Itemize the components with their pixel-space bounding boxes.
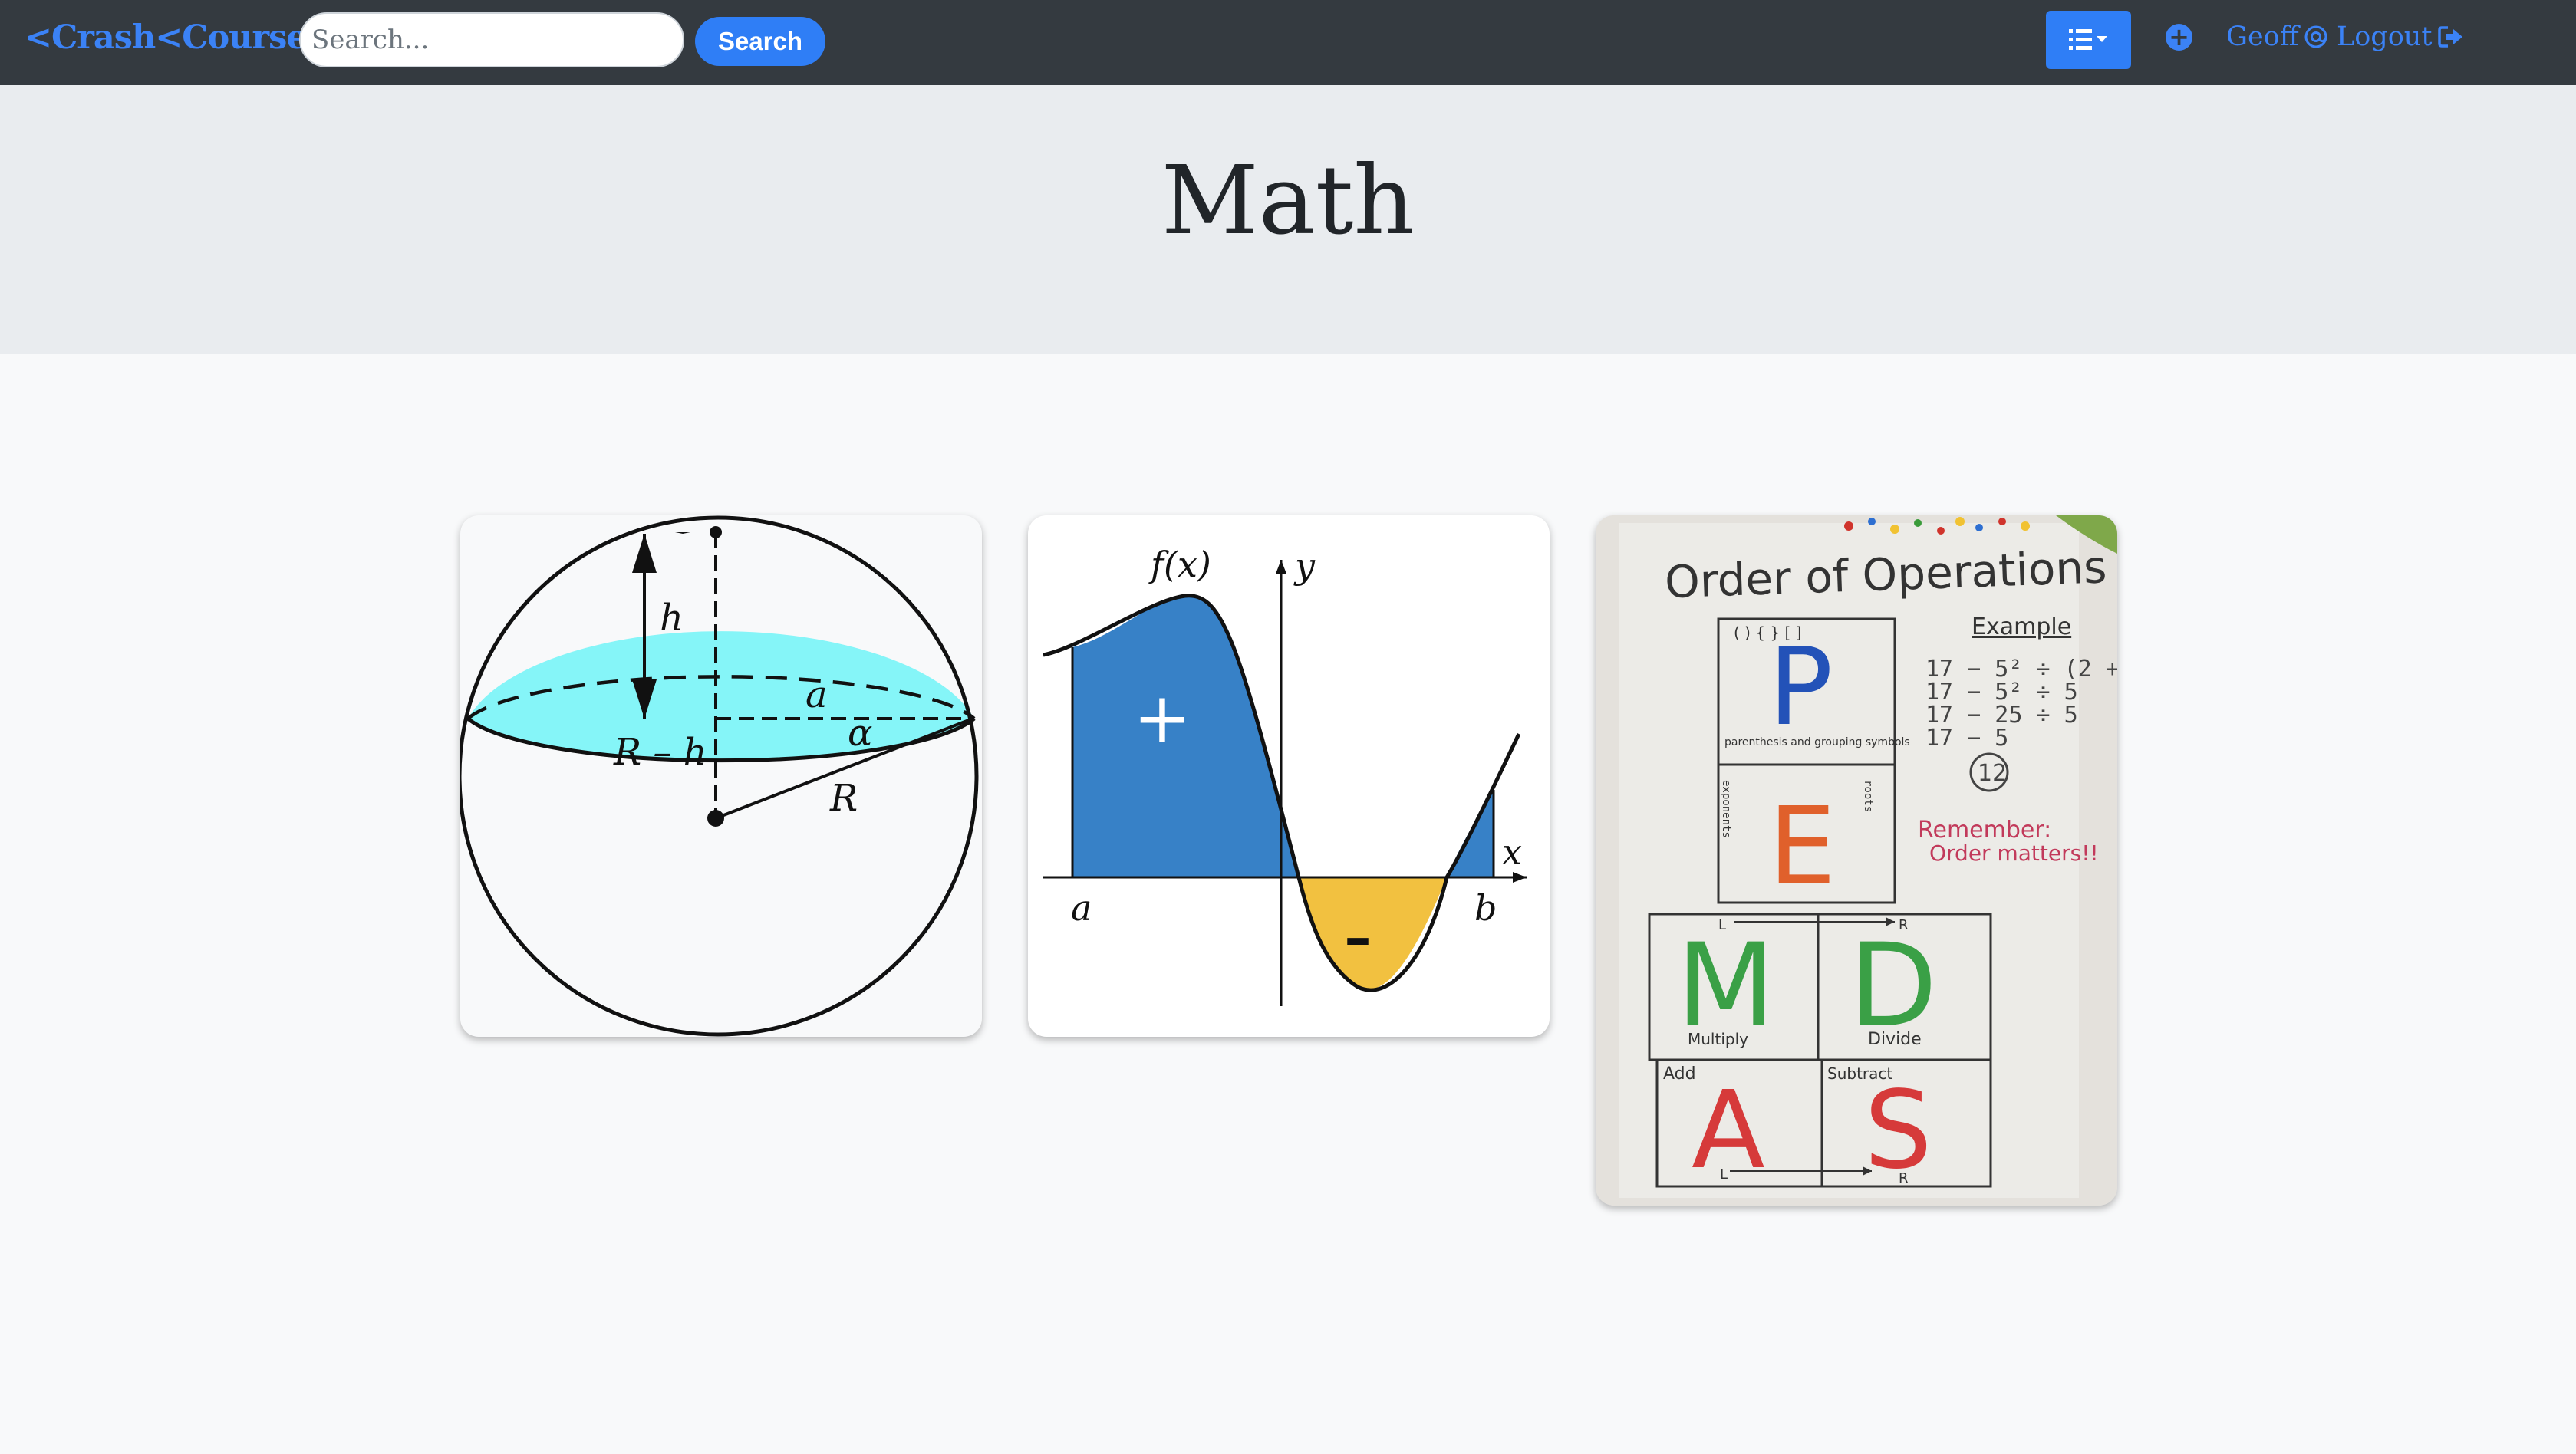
user-name: Geoff [2226,21,2299,52]
sign-out-icon [2438,26,2463,48]
label-a: a [805,673,828,716]
label-fx: f(x) [1148,544,1211,585]
spherical-cap-diagram: h a α R – h R [460,515,979,1037]
svg-text:Example: Example [1972,614,2071,640]
svg-text:roots: roots [1862,780,1874,812]
at-icon [2304,25,2327,48]
negative-area [1299,877,1447,990]
label-h: h [660,597,684,640]
cap-fill [468,631,974,761]
svg-text:17 − 5: 17 − 5 [1925,725,2008,752]
label-x: x [1502,831,1522,873]
brand-logo[interactable]: <Crash<Course [25,18,308,57]
label-r-minus-h: R – h [613,731,707,774]
svg-text:Divide: Divide [1868,1030,1922,1049]
letter-p: P [1768,625,1833,750]
svg-text:Order matters!!: Order matters!! [1929,840,2099,866]
svg-text:exponents: exponents [1720,780,1732,838]
integral-card[interactable]: + – f(x) y x a b [1028,515,1550,1037]
search-button[interactable]: Search [695,17,825,66]
menu-dropdown-button[interactable] [2046,11,2131,69]
label-y: y [1293,545,1316,587]
svg-text:Remember:: Remember: [1918,817,2051,844]
label-b: b [1474,887,1497,929]
list-icon [2068,29,2107,50]
logout-label: Logout [2337,21,2433,52]
navbar: <Crash<Course Search + Geoff Logout [0,0,2576,85]
definite-integral-diagram: + – f(x) y x a b [1043,544,1527,1006]
letter-a: A [1692,1068,1765,1193]
letter-e: E [1768,785,1836,910]
svg-text:L: L [1720,1166,1728,1183]
plus-circle-icon[interactable]: + [2166,24,2192,51]
svg-text:parenthesis and grouping symbo: parenthesis and grouping symbols [1724,736,1910,748]
page-title: Math [1161,146,1415,256]
label-plus: + [1133,678,1191,758]
caret-down-icon [2096,36,2107,42]
order-of-operations-card[interactable]: Order of Operations ( ) { } [ ] P parent… [1596,515,2117,1206]
label-minus: – [1345,906,1372,969]
sphere-outline [460,515,979,1037]
order-of-operations-poster: Order of Operations ( ) { } [ ] P parent… [1596,515,2117,1206]
label-a: a [1071,887,1092,929]
label-alpha: α [848,712,872,755]
search-input[interactable] [299,12,684,67]
logout-link[interactable]: Logout [2337,21,2464,52]
label-r: R [829,777,858,820]
svg-text:Multiply: Multiply [1688,1030,1748,1048]
svg-text:R: R [1899,917,1909,933]
user-link[interactable]: Geoff [2226,21,2328,52]
svg-text:L: L [1718,917,1726,933]
sphere-card[interactable]: h a α R – h R [460,515,982,1037]
svg-text:R: R [1899,1170,1909,1186]
svg-text:12: 12 [1978,760,2007,787]
